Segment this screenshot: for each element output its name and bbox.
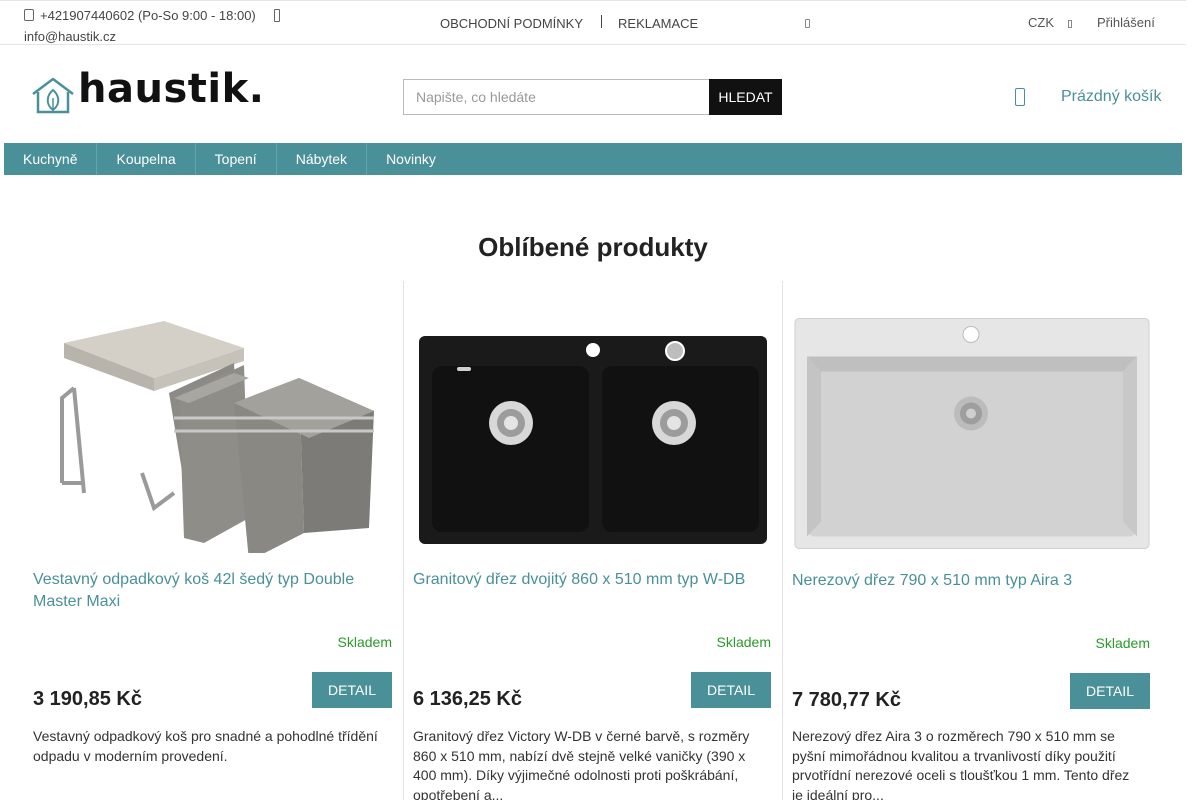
contact-phone: +421907440602 (Po-So 9:00 - 18:00) [40,8,256,23]
house-leaf-icon [32,77,74,114]
product-description: Nerezový dřez Aira 3 o rozměrech 790 x 5… [792,728,1130,800]
nav-item-kitchen[interactable]: Kuchyně [4,143,98,175]
product-image[interactable] [793,309,1151,559]
product-price: 3 190,85 Kč [33,688,142,710]
cart-link[interactable]: Prázdný košík [1061,88,1161,106]
search-bar: HLEDAT [403,79,782,115]
currency-selector[interactable]: CZK [1028,15,1072,30]
search-button[interactable]: HLEDAT [709,79,782,115]
cart-icon[interactable] [1015,88,1025,106]
product-image[interactable] [34,303,392,553]
product-name[interactable]: Vestavný odpadkový koš 42l šedý typ Doub… [33,569,383,613]
login-link[interactable]: Přihlášení [1097,15,1155,30]
email-icon [273,9,280,22]
contact-email[interactable]: info@haustik.cz [24,29,116,44]
nav-item-heating[interactable]: Topení [196,143,277,175]
contact-info: +421907440602 (Po-So 9:00 - 18:00) info@… [24,5,304,47]
link-complaints[interactable]: REKLAMACE [618,16,698,31]
main-nav: Kuchyně Koupelna Topení Nábytek Novinky [4,143,1182,175]
detail-button[interactable]: DETAIL [691,672,771,708]
link-terms[interactable]: OBCHODNÍ PODMÍNKY [440,16,583,31]
product-name[interactable]: Nerezový dřez 790 x 510 mm typ Aira 3 [792,570,1142,592]
search-input[interactable] [403,79,709,115]
stock-status: Skladem [1095,635,1150,651]
nav-item-furniture[interactable]: Nábytek [277,143,368,175]
nav-item-bathroom[interactable]: Koupelna [97,143,196,175]
top-links: OBCHODNÍ PODMÍNKY REKLAMACE [440,15,698,31]
mobile-icon[interactable] [805,19,810,28]
stock-status: Skladem [716,634,771,650]
detail-button[interactable]: DETAIL [1070,673,1150,709]
product-name[interactable]: Granitový dřez dvojitý 860 x 510 mm typ … [413,569,763,591]
phone-icon [24,9,34,21]
product-description: Vestavný odpadkový koš pro snadné a poho… [33,728,378,764]
product-card: Vestavný odpadkový koš 42l šedý typ Doub… [24,281,403,800]
top-bar: +421907440602 (Po-So 9:00 - 18:00) info@… [0,0,1186,45]
site-logo[interactable]: haustik. [30,66,270,116]
product-price: 7 780,77 Kč [792,689,901,711]
product-price: 6 136,25 Kč [413,688,522,710]
stock-status: Skladem [337,634,392,650]
detail-button[interactable]: DETAIL [312,672,392,708]
section-title: Oblíbené produkty [478,232,708,262]
product-image[interactable] [414,313,772,563]
product-grid: Vestavný odpadkový koš 42l šedý typ Doub… [24,281,1161,800]
product-card: Granitový dřez dvojitý 860 x 510 mm typ … [403,281,782,800]
currency-label: CZK [1028,15,1054,30]
product-card: Nerezový dřez 790 x 510 mm typ Aira 3 Sk… [782,281,1161,800]
nav-item-news[interactable]: Novinky [367,143,455,175]
chevron-down-icon [1068,20,1072,28]
divider [601,15,603,28]
product-description: Granitový dřez Victory W-DB v černé barv… [413,728,750,800]
logo-text: haustik. [78,66,265,112]
